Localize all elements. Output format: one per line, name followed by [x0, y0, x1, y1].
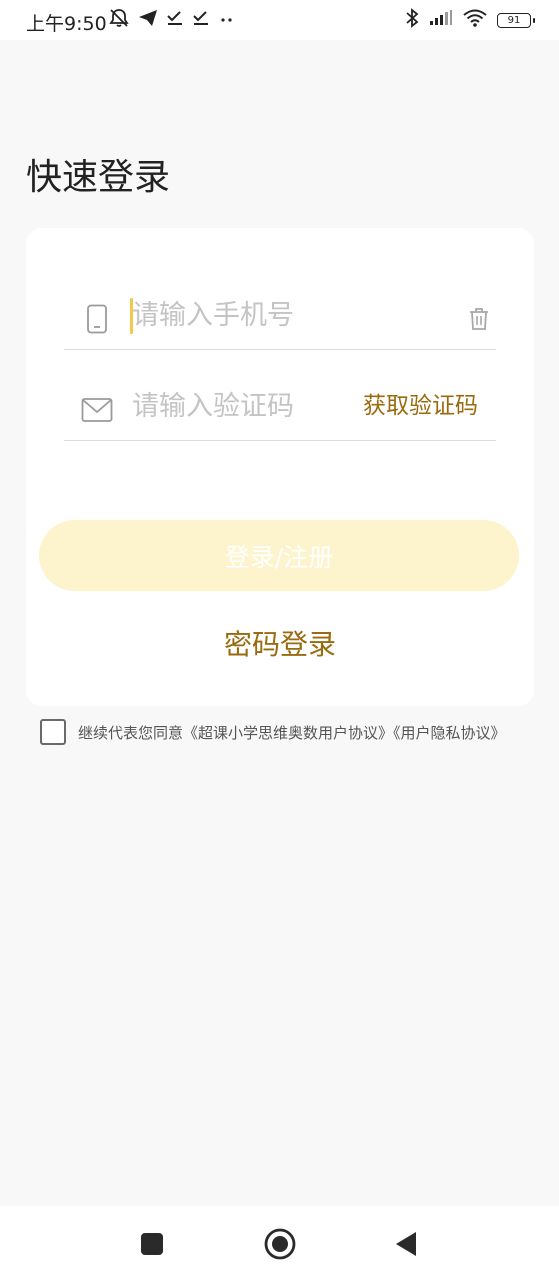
status-left-icons [108, 8, 236, 32]
battery-icon: 91 [497, 12, 535, 28]
status-right-icons: 91 [405, 8, 535, 32]
mail-icon [80, 393, 114, 427]
mute-bell-icon [108, 8, 130, 32]
check-icon [166, 9, 184, 31]
agreement-text: 继续代表您同意《超课小学思维奥数用户协议》《用户隐私协议》 [78, 722, 506, 743]
status-bar: 上午9:50 91 [0, 0, 559, 40]
more-dots-icon [218, 9, 236, 31]
verification-code-input[interactable] [132, 371, 352, 441]
back-icon[interactable] [388, 1226, 424, 1262]
send-icon [138, 9, 158, 31]
password-login-link[interactable]: 密码登录 [26, 623, 534, 663]
user-agreement-link[interactable]: 《超课小学思维奥数用户协议》 [183, 724, 393, 742]
trash-icon[interactable] [464, 302, 494, 336]
system-nav-bar [0, 1206, 559, 1280]
phone-icon [80, 302, 114, 336]
login-card: 获取验证码 登录/注册 密码登录 [26, 228, 534, 706]
wifi-icon [463, 9, 487, 31]
login-register-button[interactable]: 登录/注册 [39, 520, 519, 591]
code-field-row: 获取验证码 [64, 371, 496, 441]
home-icon[interactable] [262, 1226, 298, 1262]
phone-input[interactable] [132, 280, 432, 350]
privacy-agreement-link[interactable]: 《用户隐私协议》 [393, 724, 506, 742]
phone-field-row [64, 280, 496, 350]
recent-apps-icon[interactable] [134, 1226, 170, 1262]
agreement-checkbox[interactable] [40, 719, 66, 745]
agreement-prefix: 继续代表您同意 [78, 723, 184, 742]
signal-icon [429, 10, 453, 30]
get-code-button[interactable]: 获取验证码 [363, 371, 478, 441]
agreement-row: 继续代表您同意《超课小学思维奥数用户协议》《用户隐私协议》 [40, 716, 540, 748]
page-title: 快速登录 [26, 157, 171, 198]
check-icon [192, 9, 210, 31]
bluetooth-icon [405, 8, 419, 32]
status-time: 上午9:50 [26, 13, 107, 35]
